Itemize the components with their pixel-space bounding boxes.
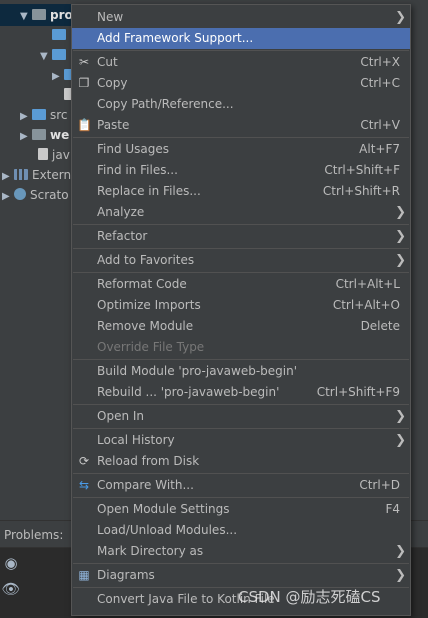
scratch-icon bbox=[14, 188, 26, 200]
menu-separator bbox=[73, 137, 409, 138]
diagram-icon: ▦ bbox=[78, 568, 90, 582]
eye-icon[interactable]: 👁 bbox=[0, 580, 22, 598]
menu-item-new[interactable]: New ❯ bbox=[72, 7, 410, 28]
tree-row-root[interactable]: ▼ pro bbox=[20, 5, 73, 25]
folder-icon bbox=[32, 9, 46, 20]
menu-item-local-history[interactable]: Local History ❯ bbox=[72, 430, 410, 451]
tree-row-folder[interactable]: ▼ bbox=[40, 45, 70, 65]
chevron-right-icon[interactable]: ▶ bbox=[52, 67, 64, 87]
reload-icon: ⟳ bbox=[78, 454, 90, 468]
tree-row-src[interactable]: ▶ src bbox=[20, 105, 68, 125]
scissors-icon: ✂ bbox=[78, 55, 90, 69]
menu-item-open-in[interactable]: Open In ❯ bbox=[72, 406, 410, 427]
folder-icon bbox=[52, 29, 66, 40]
library-icon bbox=[14, 169, 28, 180]
folder-icon bbox=[32, 109, 46, 120]
menu-item-copy[interactable]: ❐ Copy Ctrl+C bbox=[72, 73, 410, 94]
menu-item-rebuild-module[interactable]: Rebuild ... 'pro-javaweb-begin' Ctrl+Shi… bbox=[72, 382, 410, 403]
compare-icon: ⇆ bbox=[78, 478, 90, 492]
menu-item-find-usages[interactable]: Find Usages Alt+F7 bbox=[72, 139, 410, 160]
menu-separator bbox=[73, 272, 409, 273]
watermark: CSDN @励志死磕CS bbox=[238, 588, 381, 606]
chevron-right-icon: ❯ bbox=[395, 10, 406, 25]
menu-item-analyze[interactable]: Analyze ❯ bbox=[72, 202, 410, 223]
chevron-right-icon: ❯ bbox=[395, 544, 406, 559]
menu-item-cut[interactable]: ✂ Cut Ctrl+X bbox=[72, 52, 410, 73]
menu-item-override-file-type: Override File Type bbox=[97, 340, 205, 354]
inspection-icon[interactable]: ◉ bbox=[0, 554, 22, 572]
menu-item-compare-with[interactable]: ⇆ Compare With... Ctrl+D bbox=[72, 475, 410, 496]
tree-row-scratches[interactable]: ▶ Scrato bbox=[2, 185, 69, 205]
menu-separator bbox=[73, 359, 409, 360]
chevron-right-icon[interactable]: ▶ bbox=[20, 127, 32, 147]
tree-row-folder[interactable] bbox=[40, 25, 70, 45]
menu-separator bbox=[73, 428, 409, 429]
menu-item-remove-module[interactable]: Remove Module Delete bbox=[72, 316, 410, 337]
menu-item-find-in-files[interactable]: Find in Files... Ctrl+Shift+F bbox=[72, 160, 410, 181]
chevron-right-icon[interactable]: ▶ bbox=[2, 167, 14, 187]
context-menu: New ❯ Add Framework Support... ✂ Cut Ctr… bbox=[71, 4, 411, 616]
tree-row-java-file[interactable]: jav bbox=[38, 145, 70, 165]
folder-icon bbox=[52, 49, 66, 60]
menu-separator bbox=[73, 563, 409, 564]
clipboard-icon: 📋 bbox=[77, 118, 92, 132]
problems-tab[interactable]: Problems: bbox=[0, 523, 67, 547]
chevron-right-icon: ❯ bbox=[395, 229, 406, 244]
chevron-right-icon: ❯ bbox=[395, 205, 406, 220]
menu-item-replace-in-files[interactable]: Replace in Files... Ctrl+Shift+R bbox=[72, 181, 410, 202]
file-icon bbox=[38, 148, 48, 160]
menu-item-refactor[interactable]: Refactor ❯ bbox=[72, 226, 410, 247]
tree-row-web[interactable]: ▶ we bbox=[20, 125, 69, 145]
menu-separator bbox=[73, 473, 409, 474]
menu-item-load-unload-modules[interactable]: Load/Unload Modules... bbox=[72, 520, 410, 541]
chevron-down-icon[interactable]: ▼ bbox=[20, 7, 32, 27]
chevron-right-icon: ❯ bbox=[395, 253, 406, 268]
menu-item-build-module[interactable]: Build Module 'pro-javaweb-begin' bbox=[72, 361, 410, 382]
menu-item-reformat-code[interactable]: Reformat Code Ctrl+Alt+L bbox=[72, 274, 410, 295]
chevron-right-icon[interactable]: ▶ bbox=[2, 187, 14, 207]
chevron-down-icon[interactable]: ▼ bbox=[40, 47, 52, 67]
menu-separator bbox=[73, 224, 409, 225]
menu-item-reload-from-disk[interactable]: ⟳ Reload from Disk bbox=[72, 451, 410, 472]
menu-item-add-to-favorites[interactable]: Add to Favorites ❯ bbox=[72, 250, 410, 271]
menu-item-open-module-settings[interactable]: Open Module Settings F4 bbox=[72, 499, 410, 520]
menu-separator bbox=[73, 248, 409, 249]
chevron-right-icon: ❯ bbox=[395, 409, 406, 424]
menu-separator bbox=[73, 404, 409, 405]
chevron-right-icon: ❯ bbox=[395, 568, 406, 583]
menu-item-paste[interactable]: 📋 Paste Ctrl+V bbox=[72, 115, 410, 136]
tree-row-external-libraries[interactable]: ▶ Extern bbox=[2, 165, 71, 185]
menu-item-diagrams[interactable]: ▦ Diagrams ❯ bbox=[72, 565, 410, 586]
folder-icon bbox=[32, 129, 46, 140]
menu-separator bbox=[73, 497, 409, 498]
menu-item-optimize-imports[interactable]: Optimize Imports Ctrl+Alt+O bbox=[72, 295, 410, 316]
menu-item-mark-directory-as[interactable]: Mark Directory as ❯ bbox=[72, 541, 410, 562]
menu-separator bbox=[73, 50, 409, 51]
chevron-right-icon: ❯ bbox=[395, 433, 406, 448]
menu-item-copy-path[interactable]: Copy Path/Reference... bbox=[72, 94, 410, 115]
menu-item-add-framework-support[interactable]: Add Framework Support... bbox=[72, 28, 410, 49]
copy-icon: ❐ bbox=[78, 76, 90, 90]
chevron-right-icon[interactable]: ▶ bbox=[20, 107, 32, 127]
